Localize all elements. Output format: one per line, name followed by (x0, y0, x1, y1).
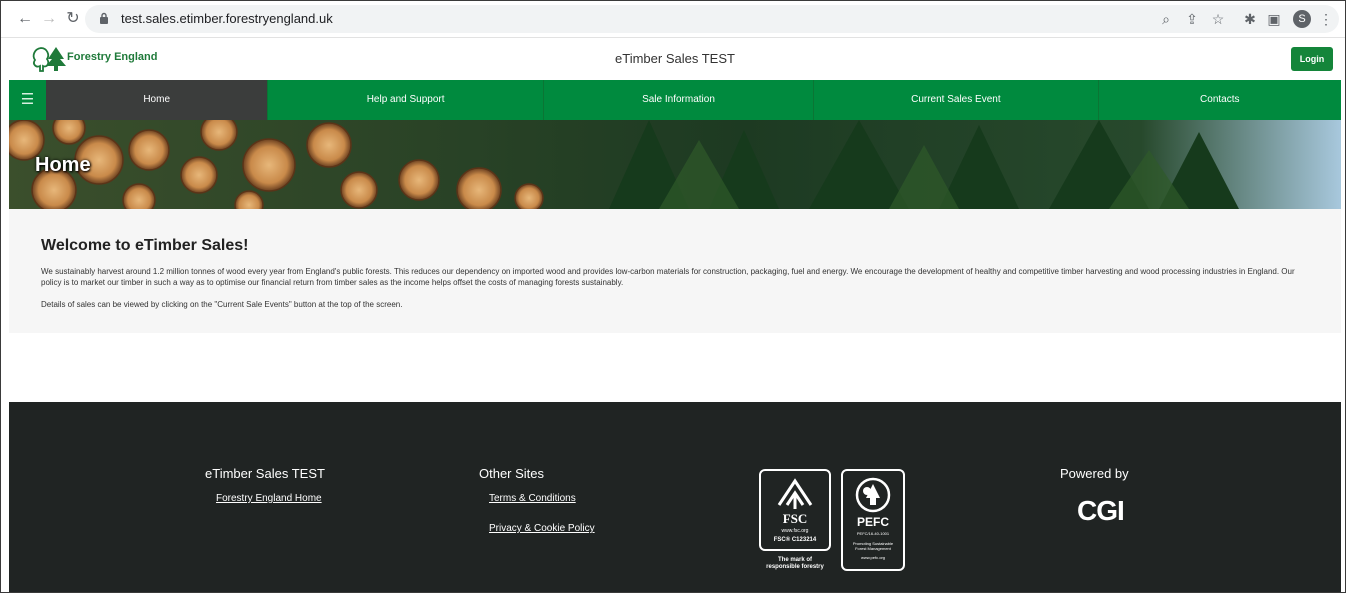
nav-item-help-and-support[interactable]: Help and Support (268, 80, 544, 120)
nav-item-contacts[interactable]: Contacts (1099, 80, 1341, 120)
kebab-menu-icon[interactable]: ⋮ (1317, 10, 1335, 28)
bookmark-star-icon[interactable]: ☆ (1209, 10, 1227, 28)
welcome-paragraph: We sustainably harvest around 1.2 millio… (41, 267, 1295, 287)
nav-item-current-sales-event[interactable]: Current Sales Event (814, 80, 1099, 120)
nav-item-home[interactable]: Home (45, 80, 269, 120)
back-arrow-icon[interactable]: ← (15, 9, 35, 29)
pefc-name: PEFC (856, 515, 889, 529)
site-title: eTimber Sales TEST (615, 51, 735, 66)
footer-other-sites-heading: Other Sites (479, 466, 545, 481)
fsc-tagline-1: The mark of (777, 557, 812, 563)
footer-link-privacy[interactable]: Privacy & Cookie Policy (489, 523, 595, 534)
extensions-icon[interactable]: ✱ (1241, 10, 1259, 28)
footer-site-heading: eTimber Sales TEST (205, 466, 325, 481)
fsc-tagline-2: responsible forestry (766, 564, 824, 570)
footer-link-forestry-england-home[interactable]: Forestry England Home (216, 493, 322, 504)
cgi-logo[interactable]: CGI (1077, 495, 1125, 527)
pefc-code: PEFC/16-40-1001 (856, 531, 890, 536)
fsc-code: FSC® C123214 (773, 537, 817, 543)
hamburger-menu-icon[interactable]: ☰ (9, 80, 46, 120)
forward-arrow-icon[interactable]: → (39, 9, 59, 29)
pefc-site: www.pefc.org (860, 555, 885, 560)
content-spacer (9, 333, 1341, 403)
fsc-badge: FSC www.fsc.org FSC® C123214 (759, 469, 831, 551)
login-button[interactable]: Login (1291, 47, 1333, 71)
zoom-icon[interactable]: ⌕ (1157, 10, 1175, 28)
welcome-title: Welcome to eTimber Sales! (41, 237, 249, 254)
page-banner: Home (9, 120, 1341, 209)
browser-toolbar: ← → ↻ test.sales.etimber.forestryengland… (1, 1, 1345, 38)
pefc-tagline-2: Forest Management (855, 546, 891, 551)
url-text[interactable]: test.sales.etimber.forestryengland.uk (121, 11, 333, 26)
banner-image (9, 120, 1341, 209)
main-nav: ☰ Home Help and Support Sale Information… (9, 80, 1341, 120)
pefc-tagline: Promoting Sustainable Forest Management (843, 541, 903, 551)
address-bar[interactable]: test.sales.etimber.forestryengland.uk ⌕ … (85, 5, 1339, 33)
welcome-section: Welcome to eTimber Sales! We sustainably… (9, 209, 1341, 333)
side-panel-icon[interactable]: ▣ (1265, 10, 1283, 28)
pefc-tree-icon (855, 477, 891, 513)
banner-heading: Home (35, 154, 91, 176)
reload-icon[interactable]: ↻ (63, 9, 83, 29)
fsc-tree-icon (777, 478, 813, 509)
site-header: Forestry England eTimber Sales TEST Logi… (9, 38, 1341, 81)
lock-icon (100, 12, 108, 24)
site-footer: eTimber Sales TEST Forestry England Home… (9, 402, 1341, 592)
fsc-tagline: The mark of responsible forestry (759, 557, 831, 571)
profile-avatar[interactable]: S (1293, 10, 1311, 28)
powered-by-label: Powered by (1060, 466, 1129, 481)
fsc-site: www.fsc.org (781, 528, 809, 534)
browser-window: ← → ↻ test.sales.etimber.forestryengland… (0, 0, 1346, 593)
pefc-badge: PEFC PEFC/16-40-1001 Promoting Sustainab… (841, 469, 905, 571)
footer-link-terms[interactable]: Terms & Conditions (489, 493, 576, 504)
share-icon[interactable]: ⇪ (1183, 10, 1201, 28)
nav-item-sale-information[interactable]: Sale Information (544, 80, 815, 120)
fsc-name: FSC (782, 511, 808, 526)
details-paragraph: Details of sales can be viewed by clicki… (41, 300, 403, 309)
